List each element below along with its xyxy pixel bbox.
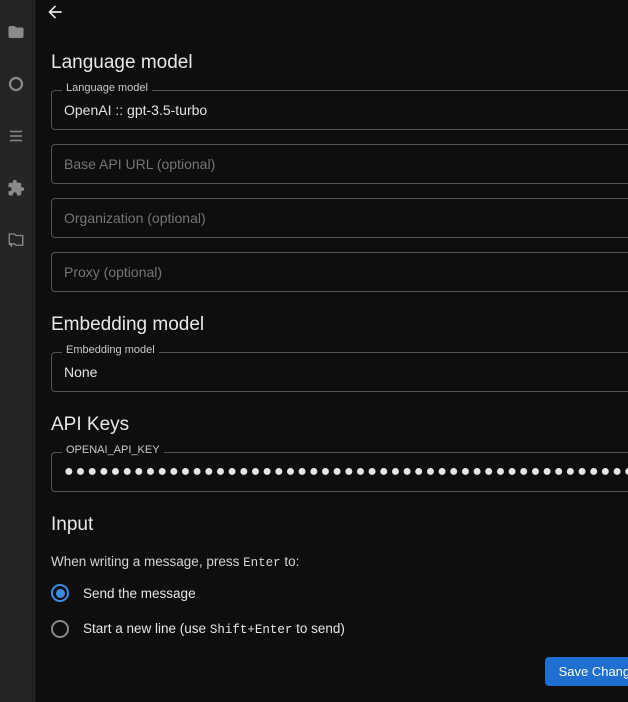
- base-api-url-input[interactable]: [51, 144, 628, 184]
- radio-label: Start a new line (use Shift+Enter to sen…: [83, 621, 345, 637]
- base-api-url-field[interactable]: [64, 156, 628, 172]
- embedding-model-select[interactable]: Embedding model None ▼: [51, 352, 628, 392]
- save-changes-button[interactable]: Save Changes: [545, 657, 628, 686]
- folder-icon: [7, 23, 25, 41]
- select-value: OpenAI :: gpt-3.5-turbo: [64, 102, 628, 118]
- section-title-input: Input: [51, 514, 628, 536]
- arrow-left-icon: [45, 2, 65, 22]
- settings-content: Language model Language model OpenAI :: …: [35, 30, 628, 702]
- back-button[interactable]: [45, 2, 65, 27]
- list-icon: [7, 127, 25, 145]
- radio-send-message[interactable]: Send the message: [51, 584, 628, 602]
- openai-api-key-input[interactable]: OPENAI_API_KEY ●●●●●●●●●●●●●●●●●●●●●●●●●…: [51, 452, 628, 492]
- select-value: None: [64, 364, 628, 380]
- language-model-select[interactable]: Language model OpenAI :: gpt-3.5-turbo ▼: [51, 90, 628, 130]
- masked-value: ●●●●●●●●●●●●●●●●●●●●●●●●●●●●●●●●●●●●●●●●…: [64, 463, 628, 481]
- activity-bar: [0, 0, 32, 702]
- radio-icon-unselected: [51, 620, 69, 638]
- topbar: [35, 0, 628, 30]
- field-label: OPENAI_API_KEY: [62, 445, 164, 456]
- sidebar-item-list[interactable]: [0, 120, 32, 152]
- field-label: Embedding model: [62, 345, 159, 356]
- key-shift-enter: Shift+Enter: [210, 623, 293, 637]
- sidebar-item-extensions[interactable]: [0, 172, 32, 204]
- field-label: Language model: [62, 83, 152, 94]
- proxy-field[interactable]: [64, 264, 628, 280]
- radio-new-line[interactable]: Start a new line (use Shift+Enter to sen…: [51, 620, 628, 638]
- circle-icon: [7, 75, 25, 93]
- organization-input[interactable]: [51, 198, 628, 238]
- proxy-input[interactable]: [51, 252, 628, 292]
- sidebar-item-circle[interactable]: [0, 68, 32, 100]
- sidebar-item-folder[interactable]: [0, 16, 32, 48]
- organization-field[interactable]: [64, 210, 628, 226]
- section-title-language-model: Language model: [51, 52, 628, 74]
- chat-icon: [7, 231, 25, 249]
- section-title-embedding-model: Embedding model: [51, 314, 628, 336]
- radio-label: Send the message: [83, 586, 196, 601]
- section-title-api-keys: API Keys: [51, 414, 628, 436]
- sidebar-item-chat[interactable]: [0, 224, 32, 256]
- puzzle-icon: [7, 179, 25, 197]
- input-hint: When writing a message, press Enter to:: [51, 554, 628, 570]
- radio-icon-selected: [51, 584, 69, 602]
- settings-panel: Language model Language model OpenAI :: …: [34, 0, 628, 702]
- key-enter: Enter: [243, 556, 281, 570]
